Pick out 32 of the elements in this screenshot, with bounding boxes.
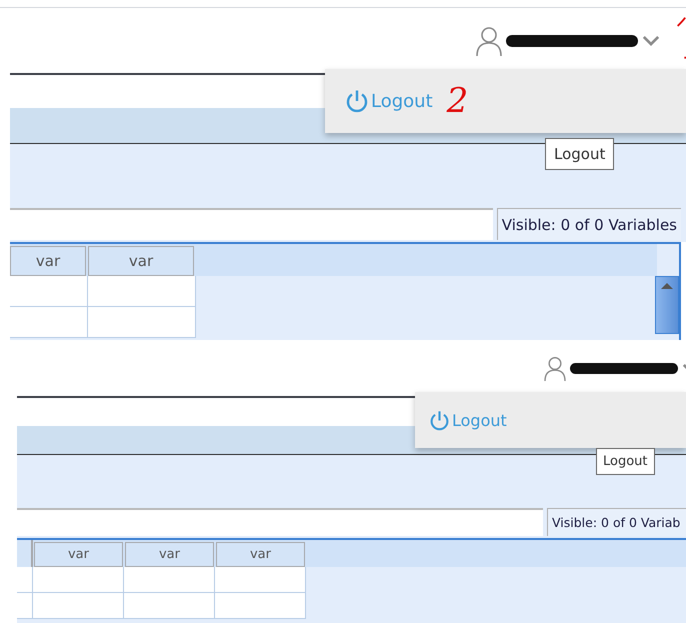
- visible-count: Visible: 0 of 0 Variables: [496, 208, 681, 240]
- visible-count: Visible: 0 of 0 Variab: [547, 508, 686, 536]
- table-cell[interactable]: [10, 307, 88, 338]
- search-field[interactable]: [17, 508, 543, 536]
- column-header[interactable]: var: [10, 246, 86, 276]
- column-header[interactable]: var: [34, 542, 123, 567]
- column-header[interactable]: var: [216, 542, 305, 567]
- power-icon: [429, 410, 450, 430]
- table-cell[interactable]: [215, 593, 306, 619]
- table-cell[interactable]: [88, 307, 196, 338]
- table-cell[interactable]: [124, 567, 215, 593]
- table-cell[interactable]: [124, 593, 215, 619]
- user-icon[interactable]: [544, 356, 566, 380]
- search-field[interactable]: [10, 208, 493, 240]
- column-header[interactable]: [17, 540, 33, 567]
- annotation-number: 2: [446, 81, 468, 121]
- column-header[interactable]: var: [125, 542, 214, 567]
- table-cell[interactable]: [33, 593, 124, 619]
- power-icon: [345, 89, 369, 113]
- scrollbar[interactable]: [655, 276, 679, 334]
- tooltip: Logout: [596, 448, 655, 475]
- table-cell[interactable]: [10, 276, 88, 307]
- scroll-up-icon[interactable]: [661, 283, 673, 289]
- table-cell[interactable]: [88, 276, 196, 307]
- tooltip: Logout: [545, 138, 614, 170]
- table-cell[interactable]: [17, 593, 33, 619]
- column-header[interactable]: var: [88, 246, 194, 276]
- table-cell[interactable]: [33, 567, 124, 593]
- user-icon[interactable]: [476, 26, 502, 56]
- table-cell[interactable]: [17, 567, 33, 593]
- table-cell[interactable]: [215, 567, 306, 593]
- chevron-down-icon[interactable]: [642, 35, 660, 46]
